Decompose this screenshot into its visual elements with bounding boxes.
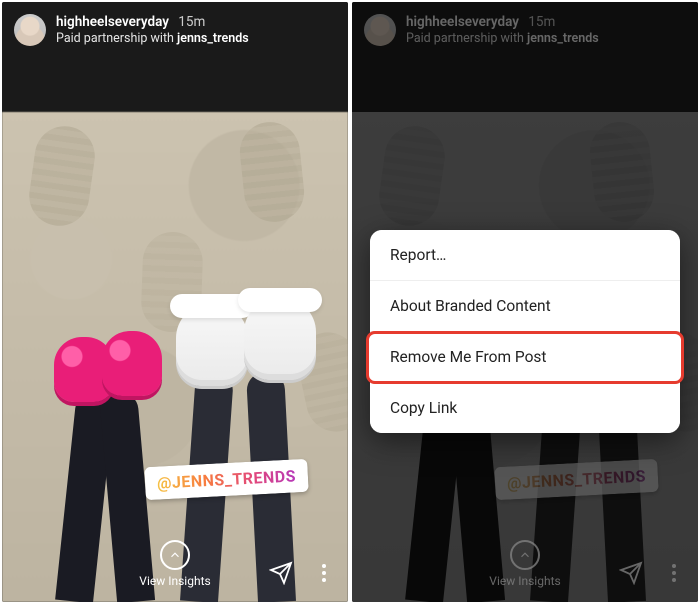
view-insights-label: View Insights [139, 574, 210, 588]
chevron-up-icon [160, 540, 190, 570]
story-header: highheelseveryday 15m Paid partnership w… [14, 14, 336, 47]
username[interactable]: highheelseveryday [56, 14, 169, 30]
sheet-item-copy-link[interactable]: Copy Link [370, 383, 680, 433]
view-insights-button[interactable]: View Insights [139, 540, 210, 588]
story-screen-right: highheelseveryday 15m Paid partnership w… [352, 2, 698, 602]
action-sheet: Report… About Branded Content Remove Me … [370, 230, 680, 433]
paid-partnership-label[interactable]: Paid partnership with jenns_trends [56, 31, 249, 47]
send-icon [269, 561, 293, 585]
timestamp: 15m [178, 14, 205, 30]
more-options-button[interactable] [316, 560, 332, 586]
send-button[interactable] [268, 560, 294, 586]
bottom-right-controls [268, 560, 332, 586]
partner-name[interactable]: jenns_trends [177, 31, 249, 46]
sheet-item-report[interactable]: Report… [370, 230, 680, 281]
mention-text: @JENNS_TRENDS [157, 466, 297, 492]
partnership-prefix: Paid partnership with [56, 31, 177, 46]
sheet-item-about-branded[interactable]: About Branded Content [370, 281, 680, 332]
story-screen-left: highheelseveryday 15m Paid partnership w… [2, 2, 348, 602]
sheet-item-remove-me[interactable]: Remove Me From Post [367, 332, 683, 383]
avatar[interactable] [14, 14, 46, 46]
